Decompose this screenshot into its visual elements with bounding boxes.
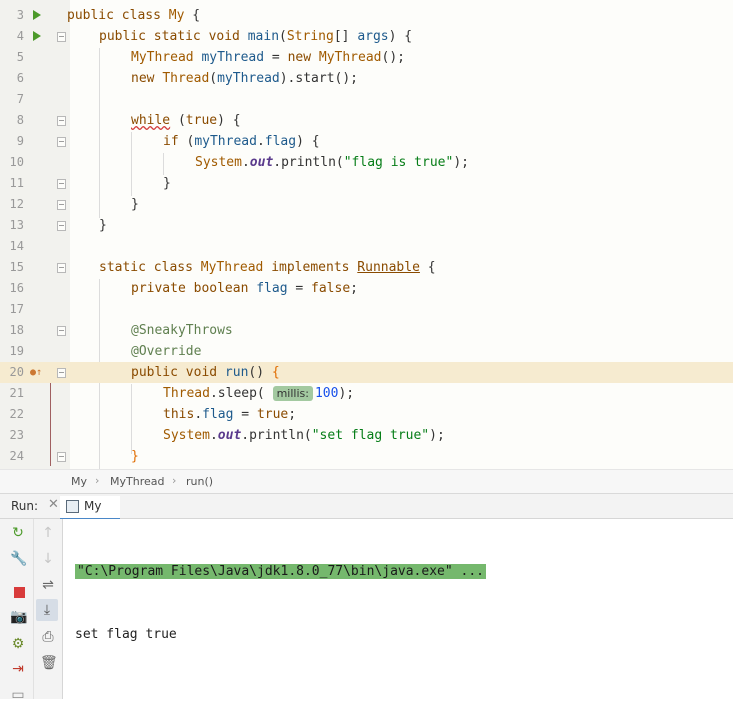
scroll-to-end-toggle[interactable]: ⤓: [36, 599, 58, 621]
run-tool-window: ↻ 🔧 📷 ⚙ ⇥ ▭ ↑ ↓ ⇌ ⤓ ⎙ 🗑 "C:\Program File…: [0, 519, 733, 703]
fold-icon[interactable]: [57, 32, 66, 42]
print-icon[interactable]: ⎙: [40, 629, 56, 645]
line-number: 14: [9, 239, 24, 253]
code-line[interactable]: 6 new Thread(myThread).start();: [0, 68, 733, 89]
line-number: 22: [9, 407, 24, 421]
console-output[interactable]: "C:\Program Files\Java\jdk1.8.0_77\bin\j…: [75, 519, 486, 687]
scroll-to-end-icon: ⤓: [43, 602, 51, 618]
implements-method-icon[interactable]: ●↑: [30, 367, 42, 378]
code-line[interactable]: 19 @Override: [0, 341, 733, 362]
line-number: 6: [16, 71, 24, 85]
run-toolbar-secondary: ↑ ↓ ⇌ ⤓ ⎙ 🗑: [34, 519, 63, 699]
code-editor[interactable]: 3 public class My { 4 public static void…: [0, 0, 733, 469]
breadcrumb-item[interactable]: run(): [186, 475, 213, 488]
breadcrumb: My › MyThread › run(): [0, 469, 733, 494]
wrench-icon[interactable]: 🔧: [10, 551, 27, 567]
breadcrumb-item[interactable]: MyThread: [110, 475, 164, 488]
code-line[interactable]: 12 }: [0, 194, 733, 215]
code-line[interactable]: 21 Thread.sleep( millis: 100);: [0, 383, 733, 404]
console-output-line[interactable]: set flag true: [75, 624, 486, 645]
fold-icon[interactable]: [57, 221, 66, 231]
line-number: 3: [16, 8, 24, 22]
code-line[interactable]: 10 System.out.println("flag is true");: [0, 152, 733, 173]
chevron-right-icon: ›: [95, 474, 100, 487]
rerun-icon[interactable]: ↻: [10, 525, 26, 541]
code-line[interactable]: 16 private boolean flag = false;: [0, 278, 733, 299]
code-line[interactable]: 22 this.flag = true;: [0, 404, 733, 425]
code-line[interactable]: 5 MyThread myThread = new MyThread();: [0, 47, 733, 68]
arrow-up-icon[interactable]: ↑: [40, 525, 56, 541]
line-number: 13: [9, 218, 24, 232]
current-line[interactable]: 20 ●↑ public void run() {: [0, 362, 733, 383]
line-number: 21: [9, 386, 24, 400]
run-toolbar-primary: ↻ 🔧 📷 ⚙ ⇥ ▭: [0, 519, 34, 703]
line-number: 20: [9, 365, 24, 379]
run-label: Run:: [11, 499, 39, 513]
more-icon[interactable]: ▭: [10, 687, 26, 703]
line-number: 16: [9, 281, 24, 295]
code-line[interactable]: 4 public static void main(String[] args)…: [0, 26, 733, 47]
fold-icon[interactable]: [57, 368, 66, 378]
fold-icon[interactable]: [57, 452, 66, 462]
line-number: 5: [16, 50, 24, 64]
code-line[interactable]: 17: [0, 299, 733, 320]
chevron-right-icon: ›: [172, 474, 177, 487]
fold-icon[interactable]: [57, 326, 66, 336]
parameter-hint: millis:: [272, 386, 313, 401]
line-number: 7: [16, 92, 24, 106]
line-number: 4: [16, 29, 24, 43]
line-number: 12: [9, 197, 24, 211]
line-number: 8: [16, 113, 24, 127]
code-line[interactable]: 3 public class My {: [0, 5, 733, 26]
settings-icon[interactable]: ⚙: [10, 636, 26, 652]
fold-icon[interactable]: [57, 263, 66, 273]
code-line[interactable]: 13 }: [0, 215, 733, 236]
fold-icon[interactable]: [57, 179, 66, 189]
line-number: 18: [9, 323, 24, 337]
fold-icon[interactable]: [57, 116, 66, 126]
close-icon[interactable]: ✕: [48, 497, 59, 512]
line-number: 15: [9, 260, 24, 274]
trash-icon[interactable]: 🗑: [40, 655, 58, 671]
line-number: 11: [9, 176, 24, 190]
fold-icon[interactable]: [57, 200, 66, 210]
camera-icon[interactable]: 📷: [10, 609, 27, 625]
code-line[interactable]: 8 while (true) {: [0, 110, 733, 131]
run-config-icon: [66, 500, 79, 513]
code-line[interactable]: 7: [0, 89, 733, 110]
console-command-line[interactable]: "C:\Program Files\Java\jdk1.8.0_77\bin\j…: [75, 564, 486, 579]
tab-run-config[interactable]: My: [60, 496, 120, 520]
line-number: 17: [9, 302, 24, 316]
line-number: 24: [9, 449, 24, 463]
code-line[interactable]: 14: [0, 236, 733, 257]
code-line[interactable]: 24 }: [0, 446, 733, 467]
exit-icon[interactable]: ⇥: [10, 661, 26, 677]
code-line[interactable]: 18 @SneakyThrows: [0, 320, 733, 341]
code-line[interactable]: 23 System.out.println("set flag true");: [0, 425, 733, 446]
breadcrumb-item[interactable]: My: [71, 475, 87, 488]
run-tool-window-header: Run: ✕ My: [0, 494, 733, 520]
line-number: 10: [9, 155, 24, 169]
code-line[interactable]: 9 if (myThread.flag) {: [0, 131, 733, 152]
code-line[interactable]: 15 static class MyThread implements Runn…: [0, 257, 733, 278]
line-number: 19: [9, 344, 24, 358]
stop-icon[interactable]: [12, 585, 28, 601]
arrow-down-icon[interactable]: ↓: [40, 551, 56, 567]
run-class-icon[interactable]: [33, 10, 41, 20]
code-line[interactable]: 11 }: [0, 173, 733, 194]
run-main-icon[interactable]: [33, 31, 41, 41]
line-number: 23: [9, 428, 24, 442]
soft-wrap-icon[interactable]: ⇌: [40, 577, 56, 593]
line-number: 9: [16, 134, 24, 148]
fold-icon[interactable]: [57, 137, 66, 147]
